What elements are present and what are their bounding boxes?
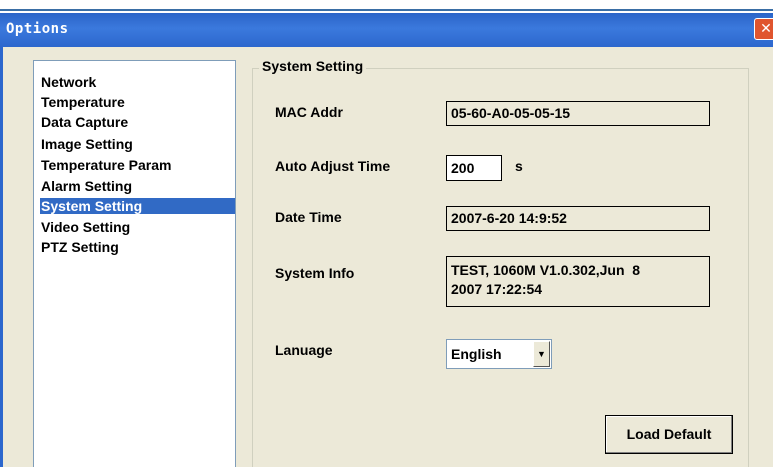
nav-item-image-setting[interactable]: Image Setting — [41, 136, 133, 152]
title-bar[interactable]: Options ✕ — [0, 13, 773, 47]
options-category-list[interactable]: Network Temperature Data Capture Image S… — [33, 60, 236, 467]
system-info-line-1: TEST, 1060M V1.0.302,Jun 8 — [451, 262, 641, 278]
load-default-button[interactable]: Load Default — [605, 415, 733, 454]
nav-item-network[interactable]: Network — [41, 74, 96, 90]
date-time-label: Date Time — [275, 209, 342, 225]
mac-addr-label: MAC Addr — [275, 104, 343, 120]
auto-adjust-unit: s — [515, 158, 523, 174]
auto-adjust-time-input[interactable]: 200 — [446, 155, 502, 181]
nav-item-system-setting[interactable]: System Setting — [40, 198, 235, 214]
nav-item-ptz-setting[interactable]: PTZ Setting — [41, 239, 119, 255]
language-label: Lanuage — [275, 342, 333, 358]
auto-adjust-time-label: Auto Adjust Time — [275, 158, 391, 174]
window-left-border — [0, 47, 3, 467]
top-strip — [0, 0, 773, 14]
system-info-line-2: 2007 17:22:54 — [451, 281, 543, 297]
window-title: Options — [6, 21, 69, 37]
nav-item-temperature[interactable]: Temperature — [41, 94, 125, 110]
close-button[interactable]: ✕ — [754, 18, 773, 40]
nav-item-video-setting[interactable]: Video Setting — [41, 219, 130, 235]
top-edge-line — [0, 9, 773, 11]
mac-addr-field: 05-60-A0-05-05-15 — [446, 101, 710, 126]
language-dropdown[interactable]: English ▼ — [446, 339, 552, 369]
nav-item-temperature-param[interactable]: Temperature Param — [41, 157, 171, 173]
close-icon: ✕ — [760, 20, 772, 36]
group-title: System Setting — [259, 58, 367, 74]
nav-item-alarm-setting[interactable]: Alarm Setting — [41, 178, 132, 194]
system-info-field: TEST, 1060M V1.0.302,Jun 8 2007 17:22:54 — [446, 256, 710, 307]
date-time-field: 2007-6-20 14:9:52 — [446, 206, 710, 231]
chevron-down-icon[interactable]: ▼ — [533, 341, 550, 367]
system-info-label: System Info — [275, 265, 355, 281]
nav-item-data-capture[interactable]: Data Capture — [41, 114, 128, 130]
language-selected-value: English — [451, 346, 502, 362]
